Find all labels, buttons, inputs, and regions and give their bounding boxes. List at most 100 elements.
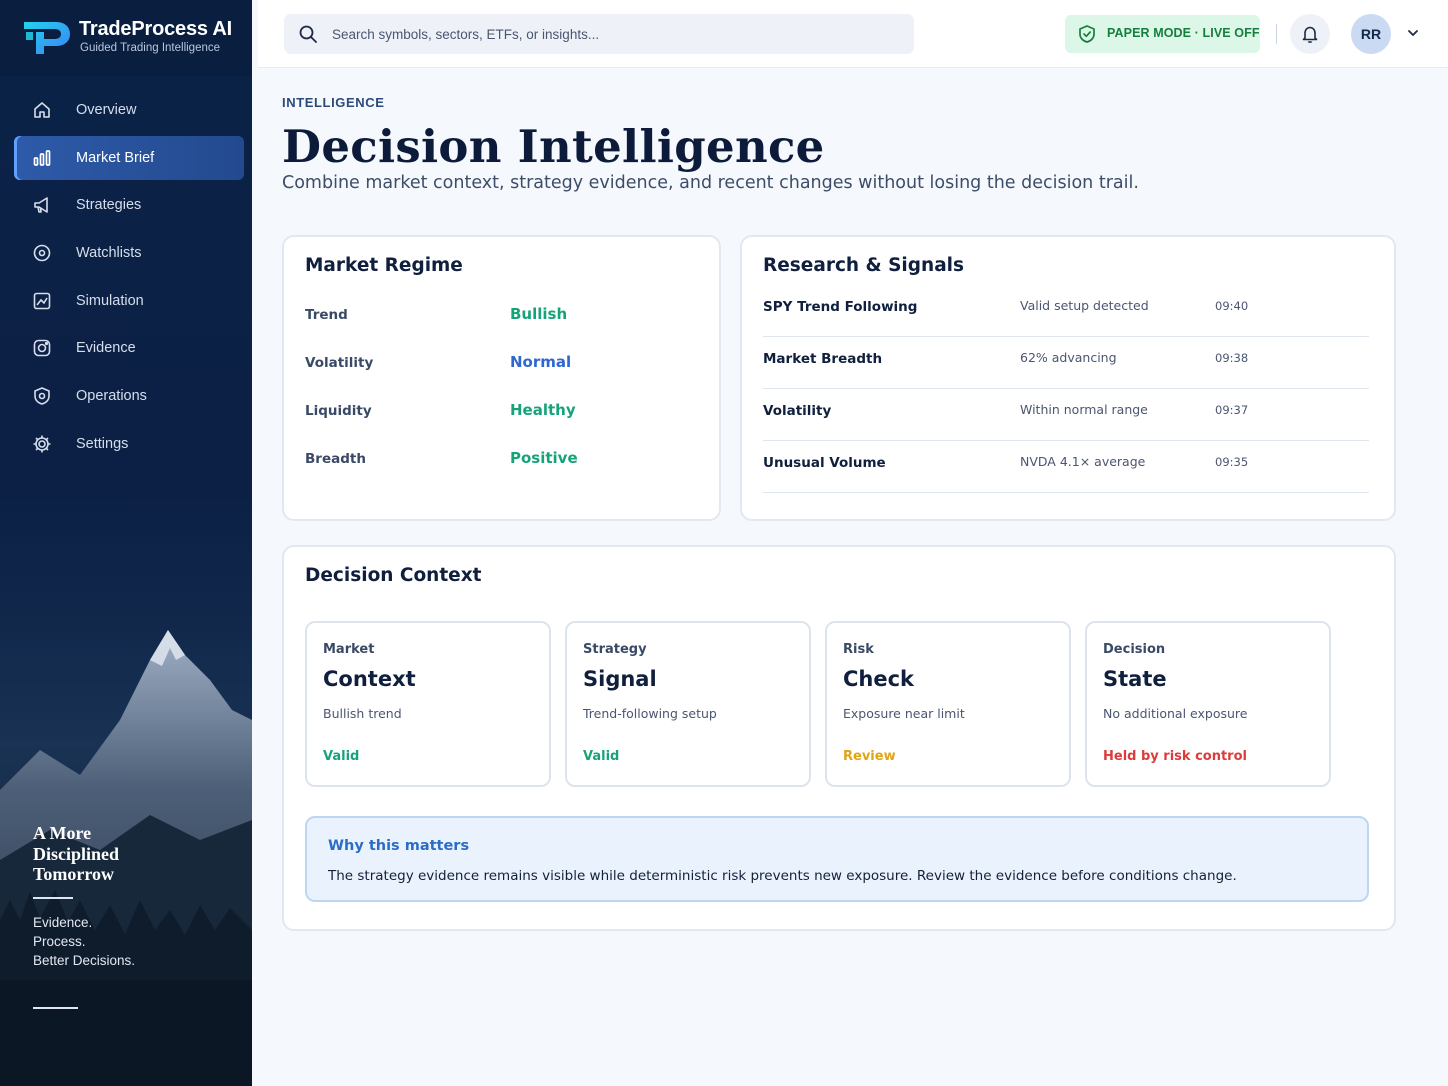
subtagline-line: Evidence. bbox=[33, 915, 93, 930]
chevron-down-icon[interactable] bbox=[1406, 26, 1420, 40]
search-icon bbox=[299, 25, 317, 43]
subtagline-line: Better Decisions. bbox=[33, 952, 136, 968]
card-title: Decision Context bbox=[305, 565, 482, 586]
brand[interactable]: TradeProcess AI Guided Trading Intellige… bbox=[0, 0, 252, 76]
notifications-button[interactable] bbox=[1290, 14, 1330, 54]
decision-step-risk[interactable]: Risk Check Exposure near limit Review bbox=[825, 621, 1071, 787]
megaphone-icon bbox=[34, 197, 48, 214]
step-eyebrow: Risk bbox=[843, 642, 874, 657]
regime-row-volatility: Volatility Normal bbox=[305, 353, 705, 375]
decision-step-decision[interactable]: Decision State No additional exposure He… bbox=[1085, 621, 1331, 787]
location-pin-icon bbox=[33, 244, 51, 262]
callout-title: Why this matters bbox=[328, 838, 470, 854]
regime-value: Normal bbox=[510, 353, 572, 371]
regime-row-breadth: Breadth Positive bbox=[305, 449, 705, 471]
signal-name: Volatility bbox=[763, 403, 832, 419]
step-description: Exposure near limit bbox=[843, 706, 965, 721]
why-this-matters-callout: Why this matters The strategy evidence r… bbox=[305, 816, 1369, 902]
signal-row[interactable]: Unusual Volume NVDA 4.1× average 09:35 bbox=[763, 441, 1369, 493]
signal-detail: Within normal range bbox=[1020, 402, 1148, 417]
shield-check-icon bbox=[1079, 25, 1095, 43]
regime-value: Positive bbox=[510, 449, 578, 467]
tagline-line: A More bbox=[33, 823, 92, 843]
subtagline-line: Process. bbox=[33, 933, 86, 949]
home-icon bbox=[34, 102, 50, 118]
regime-value: Bullish bbox=[510, 305, 568, 323]
camera-icon bbox=[33, 340, 51, 357]
step-status: Valid bbox=[323, 749, 360, 764]
sidebar-item-label: Operations bbox=[76, 388, 147, 405]
signal-time: 09:38 bbox=[1215, 351, 1249, 365]
card-title: Market Regime bbox=[305, 255, 463, 276]
brand-logo-icon bbox=[24, 22, 70, 54]
sidebar-item-watchlists[interactable]: Watchlists bbox=[14, 231, 244, 275]
decision-step-market[interactable]: Market Context Bullish trend Valid bbox=[305, 621, 551, 787]
sidebar-tagline: A More Disciplined Tomorrow bbox=[33, 823, 119, 885]
topbar: PAPER MODE · LIVE OFF RR bbox=[258, 0, 1448, 68]
step-title: Signal bbox=[583, 667, 657, 691]
step-eyebrow: Market bbox=[323, 642, 375, 657]
signal-name: Unusual Volume bbox=[763, 455, 886, 471]
regime-label: Breadth bbox=[305, 451, 366, 467]
tagline-line: Disciplined bbox=[33, 843, 120, 864]
decision-context-card: Decision Context Market Context Bullish … bbox=[282, 545, 1396, 931]
step-title: Check bbox=[843, 667, 915, 691]
signal-detail: NVDA 4.1× average bbox=[1020, 454, 1146, 469]
decision-step-strategy[interactable]: Strategy Signal Trend-following setup Va… bbox=[565, 621, 811, 787]
sidebar-item-strategies[interactable]: Strategies bbox=[14, 183, 244, 227]
signal-detail: 62% advancing bbox=[1020, 350, 1117, 365]
step-status: Review bbox=[843, 749, 896, 764]
regime-value: Healthy bbox=[510, 401, 576, 419]
sidebar-item-simulation[interactable]: Simulation bbox=[14, 279, 244, 323]
sidebar-item-overview[interactable]: Overview bbox=[14, 88, 244, 132]
gear-icon bbox=[33, 435, 51, 453]
brand-name: TradeProcess AI bbox=[79, 18, 233, 40]
step-title: Context bbox=[323, 667, 416, 691]
sidebar-nav: Overview Market Brief Strategies Watchli… bbox=[14, 88, 244, 470]
sidebar-item-label: Overview bbox=[76, 102, 137, 118]
shield-icon bbox=[34, 387, 50, 405]
divider bbox=[33, 1007, 78, 1009]
step-description: Trend-following setup bbox=[583, 706, 717, 721]
page-title: Decision Intelligence bbox=[282, 120, 825, 173]
page-eyebrow: INTELLIGENCE bbox=[282, 95, 385, 110]
step-title: State bbox=[1103, 667, 1167, 691]
bar-chart-icon bbox=[33, 149, 51, 166]
step-status: Held by risk control bbox=[1103, 749, 1247, 764]
step-status: Valid bbox=[583, 749, 620, 764]
sidebar-item-label: Evidence bbox=[76, 340, 136, 357]
sidebar-item-settings[interactable]: Settings bbox=[14, 422, 244, 466]
chart-image-icon bbox=[33, 292, 51, 310]
sidebar-item-label: Market Brief bbox=[76, 149, 155, 166]
step-eyebrow: Decision bbox=[1103, 642, 1166, 657]
callout-body: The strategy evidence remains visible wh… bbox=[328, 868, 1237, 884]
regime-label: Volatility bbox=[305, 355, 374, 371]
signal-time: 09:40 bbox=[1215, 299, 1249, 313]
bell-icon bbox=[1302, 26, 1318, 43]
signal-time: 09:35 bbox=[1215, 455, 1249, 469]
signal-row[interactable]: Volatility Within normal range 09:37 bbox=[763, 389, 1369, 441]
divider bbox=[1276, 24, 1277, 44]
avatar[interactable]: RR bbox=[1351, 14, 1391, 54]
signal-name: SPY Trend Following bbox=[763, 299, 918, 315]
divider bbox=[33, 897, 73, 899]
signal-row[interactable]: Market Breadth 62% advancing 09:38 bbox=[763, 337, 1369, 389]
sidebar-item-label: Strategies bbox=[76, 197, 142, 214]
signal-row[interactable]: SPY Trend Following Valid setup detected… bbox=[763, 285, 1369, 337]
sidebar: TradeProcess AI Guided Trading Intellige… bbox=[0, 0, 252, 1086]
mode-status-badge[interactable]: PAPER MODE · LIVE OFF bbox=[1065, 15, 1260, 53]
sidebar-item-evidence[interactable]: Evidence bbox=[14, 326, 244, 370]
page-subtitle: Combine market context, strategy evidenc… bbox=[282, 173, 1139, 193]
research-signals-card: Research & Signals SPY Trend Following V… bbox=[740, 235, 1396, 521]
search-bar[interactable] bbox=[284, 14, 914, 54]
search-input[interactable] bbox=[332, 14, 892, 54]
regime-row-liquidity: Liquidity Healthy bbox=[305, 401, 705, 423]
sidebar-item-operations[interactable]: Operations bbox=[14, 374, 244, 418]
step-description: No additional exposure bbox=[1103, 706, 1248, 721]
signal-time: 09:37 bbox=[1215, 403, 1249, 417]
tagline-line: Tomorrow bbox=[33, 864, 114, 884]
brand-tagline: Guided Trading Intelligence bbox=[80, 42, 221, 54]
sidebar-item-label: Simulation bbox=[76, 292, 144, 309]
regime-label: Liquidity bbox=[305, 403, 372, 419]
sidebar-item-market-brief[interactable]: Market Brief bbox=[14, 135, 244, 180]
